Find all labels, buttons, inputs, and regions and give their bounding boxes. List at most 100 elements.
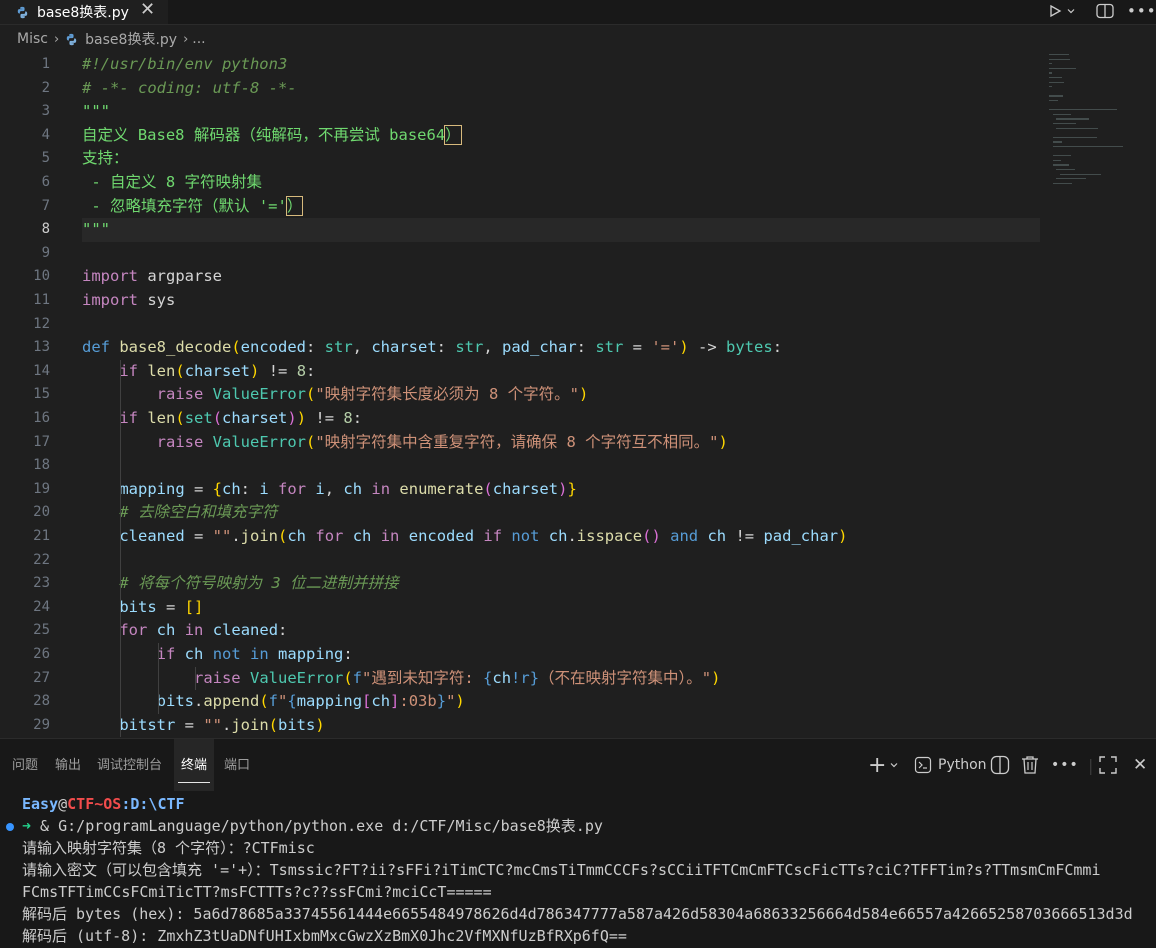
code-token: , — [324, 479, 344, 498]
code-token: { — [483, 668, 493, 687]
code-token: bytes — [726, 338, 773, 357]
split-editor-icon[interactable] — [1096, 0, 1114, 22]
breadcrumb-symbols[interactable]: ... — [192, 31, 205, 47]
code-line[interactable]: 13 def base8_decode(encoded: str, charset… — [0, 336, 1045, 360]
code-line[interactable]: 4 自定义 Base8 解码器（纯解码，不再尝试 base64） — [0, 124, 1045, 148]
code-line[interactable]: 20 # 去除空白和填充字符 — [0, 501, 1045, 525]
code-token: = — [184, 479, 213, 498]
code-token: = — [175, 715, 204, 734]
more-icon[interactable]: ••• — [1051, 753, 1079, 777]
code-token: ) — [838, 527, 848, 545]
code-line[interactable]: 29 bitstr = "".join(bits) — [0, 714, 1045, 738]
code-line[interactable]: 3 """ — [0, 100, 1045, 124]
tab-output[interactable]: 输出 — [55, 739, 81, 791]
tab-problems[interactable]: 问题 — [12, 739, 38, 791]
code-line[interactable]: 1 #!/usr/bin/env python3 — [0, 53, 1045, 77]
code-line[interactable]: 2 # -*- coding: utf-8 -*- — [0, 77, 1045, 101]
code-token: # -*- coding: utf-8 -*- — [82, 78, 297, 97]
code-editor[interactable]: 1 #!/usr/bin/env python3 2 # -*- coding: ut… — [0, 52, 1156, 738]
code-text: # 去除空白和填充字符 — [82, 501, 277, 525]
code-line[interactable]: 15 raise ValueError("映射字符集长度必须为 8 个字符。") — [0, 383, 1045, 407]
code-line[interactable]: 8 """ — [0, 218, 1045, 242]
code-line[interactable]: 23 # 将每个符号映射为 3 位二进制并拼接 — [0, 572, 1045, 596]
code-token: for — [315, 527, 344, 545]
code-token: for — [278, 479, 307, 498]
prompt-host: CTF~OS — [67, 795, 122, 813]
chevron-down-icon[interactable] — [889, 753, 899, 777]
new-terminal-icon[interactable]: + — [868, 753, 886, 778]
code-line[interactable]: 10 import argparse — [0, 265, 1045, 289]
code-token: [ — [362, 692, 372, 711]
code-line[interactable]: 5 支持： — [0, 147, 1045, 171]
code-token: base8_decode — [119, 338, 232, 357]
minimap[interactable] — [1045, 52, 1145, 192]
code-line[interactable]: 14 if len(charset) != 8: — [0, 360, 1045, 384]
minimap-line — [1056, 178, 1086, 180]
tab-terminal[interactable]: 终端 — [174, 739, 215, 791]
code-token: } — [567, 479, 577, 498]
code-token: def — [82, 338, 110, 357]
editor-tab-base8[interactable]: base8换表.py ✕ — [0, 0, 168, 24]
command-status-dot[interactable] — [6, 823, 14, 831]
breadcrumb-file[interactable]: base8换表.py — [85, 29, 177, 49]
line-number: 20 — [33, 504, 50, 521]
run-python-icon[interactable] — [1048, 0, 1076, 22]
code-token: : — [306, 338, 325, 357]
code-token: 8 — [343, 409, 353, 427]
code-line[interactable]: 7 - 忽略填充字符（默认 '='） — [0, 195, 1045, 219]
line-number: 6 — [41, 174, 50, 190]
code-text: bits = [] — [82, 596, 203, 620]
code-token: raise — [193, 668, 241, 687]
code-token: bits — [119, 597, 157, 616]
prompt-user: Easy — [22, 795, 59, 813]
code-line[interactable]: 12 — [0, 313, 1045, 337]
code-token: != — [306, 409, 344, 427]
close-icon: ✕ — [1133, 755, 1148, 775]
terminal-line: FCmsTFTimCCsFCmiTicTT?msFCTTTs?c??ssFCmi… — [22, 883, 492, 901]
tab-debug-console[interactable]: 调试控制台 — [97, 739, 162, 791]
code-token: 支持： — [82, 149, 129, 168]
code-line[interactable]: 9 — [0, 242, 1045, 266]
trash-icon[interactable] — [1021, 753, 1039, 777]
code-line[interactable]: 17 raise ValueError("映射字符集中含重复字符，请确保 8 个… — [0, 431, 1045, 455]
maximize-panel-icon[interactable] — [1098, 753, 1118, 777]
minimap-line — [1059, 173, 1102, 175]
code-token: append — [203, 692, 260, 711]
code-line[interactable]: 21 cleaned = "".join(ch for ch in encode… — [0, 525, 1045, 549]
split-terminal-icon[interactable] — [990, 753, 1010, 777]
more-actions-icon[interactable]: ••• — [1127, 0, 1156, 22]
tab-ports[interactable]: 端口 — [224, 739, 250, 791]
code-line[interactable]: 16 if len(set(charset)) != 8: — [0, 407, 1045, 431]
terminal-shell-selector[interactable]: Python — [914, 753, 987, 777]
code-token: ch — [184, 645, 204, 663]
code-token: if — [483, 527, 503, 545]
close-tab-icon[interactable]: ✕ — [140, 0, 155, 20]
close-panel-icon[interactable]: ✕ — [1133, 753, 1147, 777]
code-token: [] — [184, 597, 204, 616]
line-number: 8 — [41, 221, 50, 238]
code-line[interactable]: 6 - 自定义 8 字符映射集 — [0, 171, 1045, 195]
code-text: # -*- coding: utf-8 -*- — [82, 77, 297, 101]
code-token: charset — [371, 338, 437, 357]
code-line[interactable]: 22 — [0, 549, 1045, 573]
code-text: # 将每个符号映射为 3 位二进制并拼接 — [82, 572, 398, 596]
line-number: 18 — [33, 457, 50, 474]
chevron-down-icon[interactable] — [1066, 6, 1076, 16]
code-line[interactable]: 24 bits = [] — [0, 596, 1045, 620]
code-line[interactable]: 19 mapping = {ch: i for i, ch in enumera… — [0, 478, 1045, 502]
code-token: ) — [711, 668, 721, 687]
code-line[interactable]: 18 — [0, 454, 1045, 478]
tab-filename: base8换表.py — [37, 5, 129, 21]
minimap-line — [1052, 136, 1097, 139]
breadcrumb-folder[interactable]: Misc — [17, 31, 48, 47]
code-line[interactable]: 25 for ch in cleaned: — [0, 619, 1045, 643]
code-line[interactable]: 11 import sys — [0, 289, 1045, 313]
line-number: 28 — [33, 693, 50, 710]
code-token: and — [670, 527, 699, 545]
